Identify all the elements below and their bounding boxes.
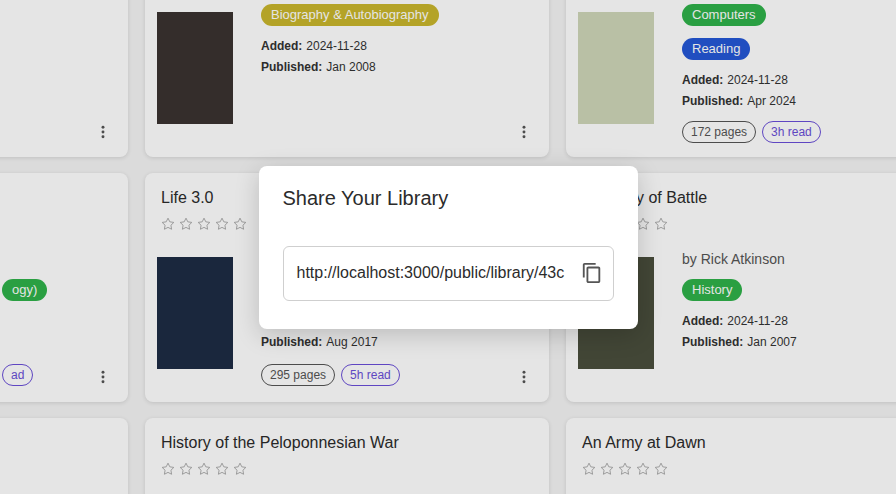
modal-backdrop[interactable]: Share Your Library http://localhost:3000/… <box>0 0 896 494</box>
share-link-field[interactable]: http://localhost:3000/public/library/43c <box>283 246 614 301</box>
copy-icon[interactable] <box>581 262 603 284</box>
library-page: Biography & AutobiographyAdded:2024-11-2… <box>0 0 896 494</box>
share-link[interactable]: http://localhost:3000/public/library/43c <box>297 264 577 282</box>
share-dialog: Share Your Library http://localhost:3000/… <box>259 166 638 329</box>
dialog-title: Share Your Library <box>283 186 614 210</box>
